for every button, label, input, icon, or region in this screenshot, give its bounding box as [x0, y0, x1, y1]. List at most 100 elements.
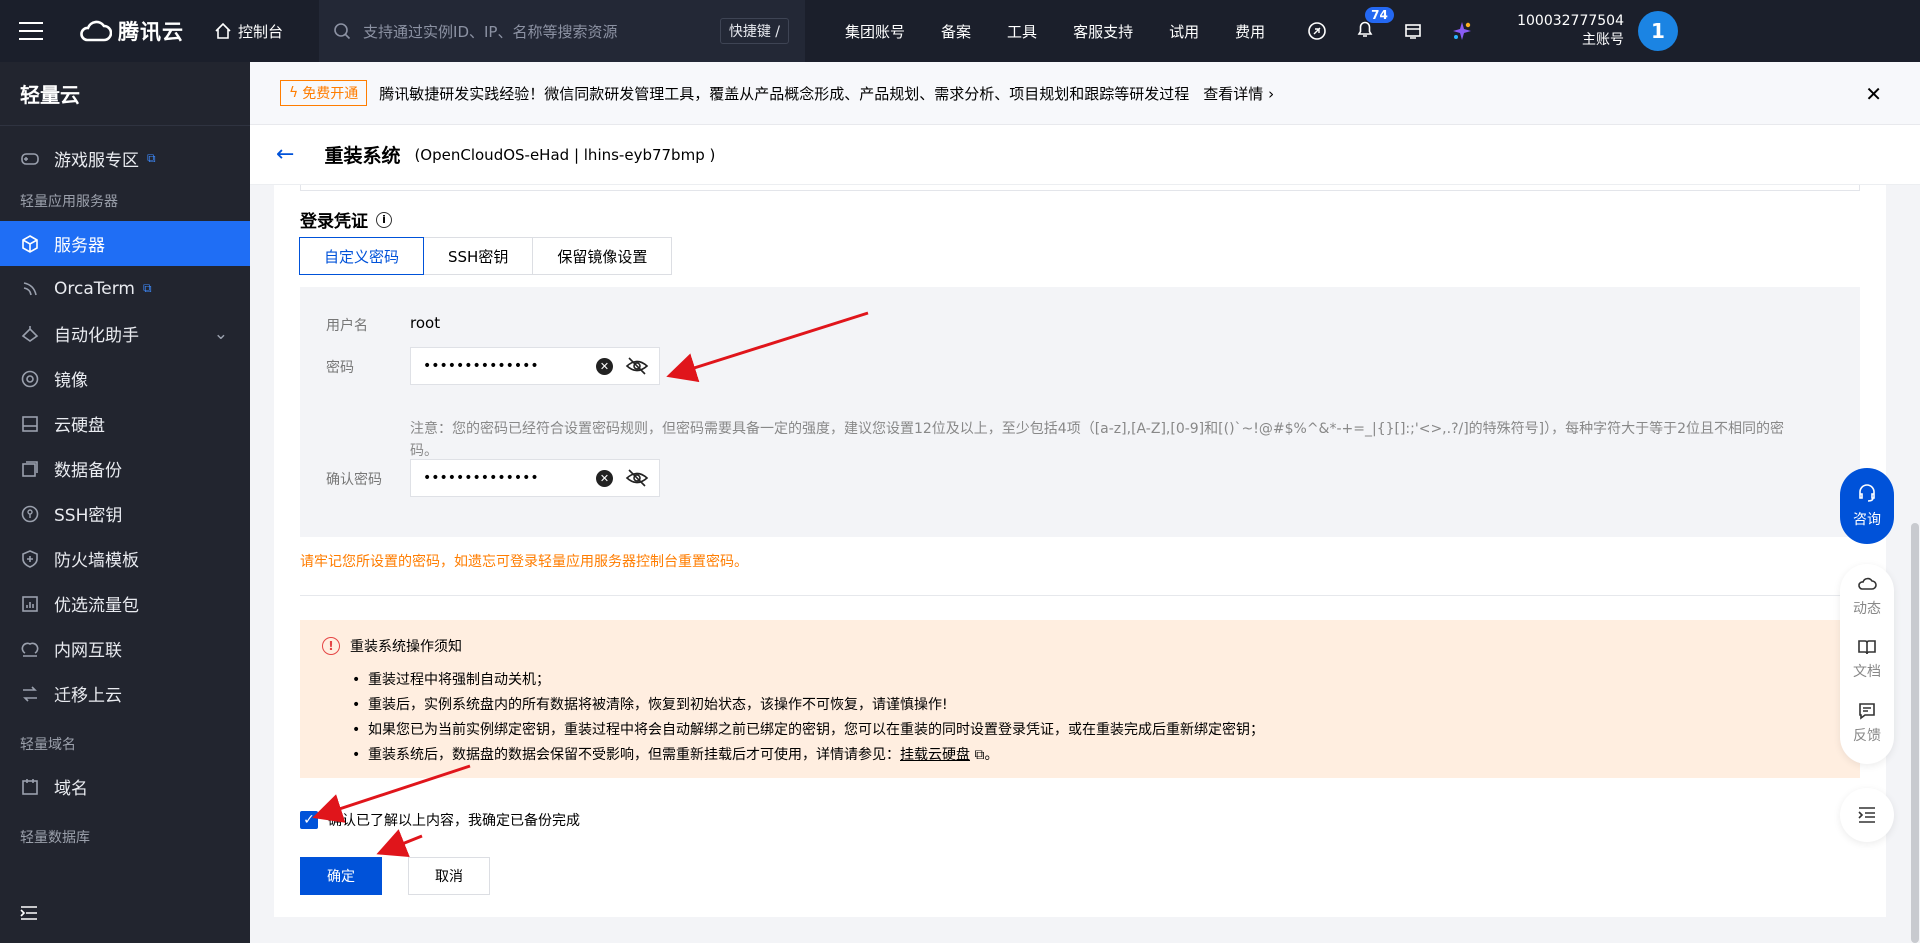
info-icon[interactable]: i [376, 211, 392, 228]
previous-section-edge [300, 185, 1860, 191]
search-input[interactable]: 支持通过实例ID、IP、名称等搜索资源 [363, 21, 720, 42]
link-circle-icon[interactable] [1307, 21, 1327, 41]
top-icons: 74 [1307, 7, 1473, 43]
avatar[interactable]: 1 [1638, 11, 1678, 51]
notification-button[interactable]: 74 [1355, 7, 1394, 43]
ai-assistant-icon[interactable] [1451, 20, 1473, 42]
sidebar-item-intranet[interactable]: 内网互联 [0, 626, 250, 671]
credential-panel: 用户名 root 密码 •••••••••••••• ✕ 注意：您的密码已经符合… [300, 287, 1860, 537]
float-docs-button[interactable]: 文档 [1853, 637, 1881, 700]
cloud-news-icon [1858, 577, 1877, 590]
eye-off-icon[interactable] [625, 357, 649, 375]
sidebar-item-label: 服务器 [54, 236, 105, 256]
search-bar[interactable]: 支持通过实例ID、IP、名称等搜索资源 快捷键 / [319, 0, 806, 62]
consult-button[interactable]: 咨询 [1840, 468, 1894, 544]
confirm-checkbox[interactable]: ✓ [300, 811, 318, 829]
console-link[interactable]: 控制台 [214, 21, 283, 42]
logo[interactable]: 腾讯云 [78, 16, 184, 46]
migrate-icon [20, 684, 40, 704]
sidebar-item-game[interactable]: 游戏服专区 ⧉ [0, 136, 250, 181]
shield-icon [20, 549, 40, 569]
chevron-right-icon: › [1268, 84, 1275, 103]
mount-disk-link-text: 挂载云硬盘 [900, 747, 970, 763]
clear-icon[interactable]: ✕ [596, 469, 613, 487]
float-news-button[interactable]: 动态 [1853, 574, 1881, 637]
sidebar-item-domain[interactable]: 域名 [0, 764, 250, 809]
sidebar-item-ssh[interactable]: SSH密钥 [0, 491, 250, 536]
reinstall-form: 登录凭证 i 自定义密码 SSH密钥 保留镜像设置 用户名 root 密码 ••… [274, 185, 1886, 917]
close-icon[interactable]: ✕ [1865, 82, 1882, 106]
shortcut-hint: 快捷键 / [719, 18, 790, 44]
ok-button[interactable]: 确定 [300, 857, 382, 895]
nav-beian[interactable]: 备案 [941, 21, 971, 42]
hamburger-icon [19, 22, 43, 40]
password-note: 注意：您的密码已经符合设置密码规则，但密码需要具备一定的强度，建议您设置12位及… [410, 421, 1785, 459]
banner-text: 腾讯敏捷研发实践经验！微信同款研发管理工具，覆盖从产品概念形成、产品规划、需求分… [379, 84, 1190, 103]
nav-group-account[interactable]: 集团账号 [845, 21, 905, 42]
confirm-row: ✓ 确认已了解以上内容，我确定已备份完成 [300, 810, 580, 830]
sidebar-item-label: 域名 [54, 779, 88, 799]
scrollbar-thumb[interactable] [1911, 523, 1919, 943]
link-icon [20, 639, 40, 659]
sidebar-item-label: 内网互联 [54, 641, 122, 661]
top-bar: 腾讯云 控制台 支持通过实例ID、IP、名称等搜索资源 快捷键 / 集团账号 备… [0, 0, 1920, 62]
nav-trial[interactable]: 试用 [1169, 21, 1199, 42]
confirm-checkbox-label[interactable]: 确认已了解以上内容，我确定已备份完成 [328, 810, 580, 830]
search-icon [334, 23, 351, 40]
sidebar-item-label: 镜像 [54, 371, 88, 391]
nav-tools[interactable]: 工具 [1007, 21, 1037, 42]
username-label: 用户名 [326, 318, 368, 334]
list-item: 如果您已为当前实例绑定密钥，重装过程中将会自动解绑之前已绑定的密钥，您可以在重装… [352, 718, 1838, 743]
collapse-icon [20, 906, 37, 920]
sidebar-item-server[interactable]: 服务器 [0, 221, 250, 266]
account-role: 主账号 [1582, 32, 1624, 48]
list-item: 重装过程中将强制自动关机； [352, 668, 1838, 693]
cancel-button[interactable]: 取消 [408, 857, 490, 895]
tab-keep-image[interactable]: 保留镜像设置 [532, 237, 673, 275]
password-reminder: 请牢记您所设置的密码，如遗忘可登录轻量应用服务器控制台重置密码。 [300, 554, 748, 570]
back-arrow-icon[interactable]: ← [276, 142, 294, 167]
password-field[interactable]: •••••••••••••• ✕ [410, 347, 660, 385]
notice-header: ! 重装系统操作须知 [322, 636, 1838, 656]
sidebar-item-image[interactable]: 镜像 [0, 356, 250, 401]
sidebar-item-disk[interactable]: 云硬盘 [0, 401, 250, 446]
list-indent-icon [1858, 807, 1875, 823]
cloud-logo-icon [80, 20, 112, 42]
sidebar: 轻量云 游戏服专区 ⧉ 轻量应用服务器 服务器 OrcaTerm ⧉ 自动化助手… [0, 62, 250, 943]
chevron-down-icon: ⌄ [213, 323, 228, 344]
sidebar-item-orcaterm[interactable]: OrcaTerm ⧉ [0, 266, 250, 311]
consult-label: 咨询 [1853, 512, 1881, 528]
sidebar-item-automation[interactable]: 自动化助手 ⌄ [0, 311, 250, 356]
sidebar-item-migrate[interactable]: 迁移上云 [0, 671, 250, 716]
free-tag[interactable]: ϟ 免费开通 [280, 80, 368, 106]
password-value: •••••••••••••• [423, 358, 539, 374]
nav-billing[interactable]: 费用 [1235, 21, 1265, 42]
page-subtitle: (OpenCloudOS-eHad | lhins-eyb77bmp ) [414, 145, 716, 164]
banner-details-link[interactable]: 查看详情 › [1203, 83, 1274, 104]
sidebar-item-traffic[interactable]: 优选流量包 [0, 581, 250, 626]
backup-icon [20, 459, 40, 479]
float-menu-button[interactable] [1840, 788, 1894, 842]
tab-ssh-key[interactable]: SSH密钥 [423, 237, 534, 275]
nav-support[interactable]: 客服支持 [1073, 21, 1133, 42]
float-panel: 动态 文档 反馈 [1840, 564, 1894, 764]
eye-off-icon[interactable] [625, 469, 649, 487]
external-link-icon: ⧉ [974, 747, 985, 763]
float-feedback-button[interactable]: 反馈 [1853, 701, 1881, 764]
divider [300, 595, 1860, 596]
account-info[interactable]: 100032777504 主账号 [1517, 12, 1624, 50]
float-news-label: 动态 [1853, 601, 1881, 617]
confirm-password-field[interactable]: •••••••••••••• ✕ [410, 459, 660, 497]
sidebar-item-backup[interactable]: 数据备份 [0, 446, 250, 491]
credentials-title: 登录凭证 i [300, 207, 392, 232]
key-icon [20, 504, 40, 524]
cart-icon[interactable] [1403, 21, 1423, 41]
mount-disk-link[interactable]: 挂载云硬盘 [900, 747, 970, 763]
gamepad-icon [20, 149, 40, 169]
tab-custom-password[interactable]: 自定义密码 [299, 237, 425, 275]
sidebar-item-firewall[interactable]: 防火墙模板 [0, 536, 250, 581]
menu-button[interactable] [0, 0, 62, 62]
sidebar-item-label: 防火墙模板 [54, 551, 139, 571]
clear-icon[interactable]: ✕ [596, 357, 613, 375]
sidebar-collapse-button[interactable] [20, 905, 38, 925]
